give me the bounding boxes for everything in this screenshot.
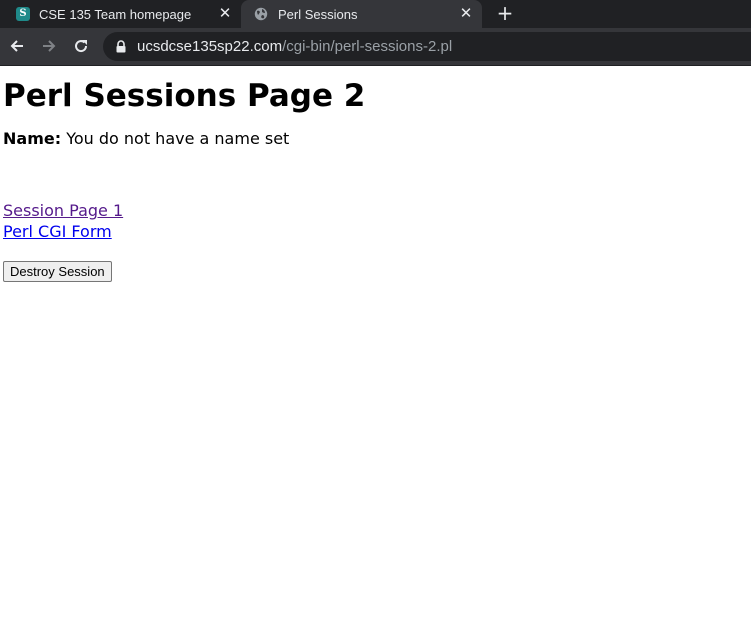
page-content: Perl Sessions Page 2 Name: You do not ha… [0,76,751,282]
tab-cse135-homepage[interactable]: S CSE 135 Team homepage ✕ [0,0,241,28]
close-icon[interactable]: ✕ [458,6,474,22]
globe-icon [254,7,268,21]
tab-title: Perl Sessions [278,6,358,22]
name-line: Name: You do not have a name set [3,129,748,148]
s-logo-icon: S [16,7,30,21]
tab-strip: S CSE 135 Team homepage ✕ Perl Sessions … [0,0,751,28]
forward-arrow-icon[interactable] [40,37,58,55]
tab-perl-sessions[interactable]: Perl Sessions ✕ [241,0,482,28]
url-path: /cgi-bin/perl-sessions-2.pl [282,38,453,55]
links-list: Session Page 1 Perl CGI Form [3,200,748,242]
reload-icon[interactable] [72,37,90,55]
browser-toolbar: ucsdcse135sp22.com/cgi-bin/perl-sessions… [0,28,751,66]
name-value: You do not have a name set [61,129,290,148]
new-tab-button[interactable]: + [494,3,516,25]
session-page-1-link[interactable]: Session Page 1 [3,200,748,221]
close-icon[interactable]: ✕ [217,6,233,22]
destroy-session-button[interactable]: Destroy Session [3,261,112,282]
address-bar[interactable]: ucsdcse135sp22.com/cgi-bin/perl-sessions… [103,32,751,61]
lock-icon [116,40,126,53]
perl-cgi-form-link[interactable]: Perl CGI Form [3,221,748,242]
back-arrow-icon[interactable] [8,37,26,55]
page-title: Perl Sessions Page 2 [3,78,366,114]
tab-title: CSE 135 Team homepage [39,6,192,22]
url-host: ucsdcse135sp22.com [137,38,283,55]
name-label: Name: [3,129,62,148]
